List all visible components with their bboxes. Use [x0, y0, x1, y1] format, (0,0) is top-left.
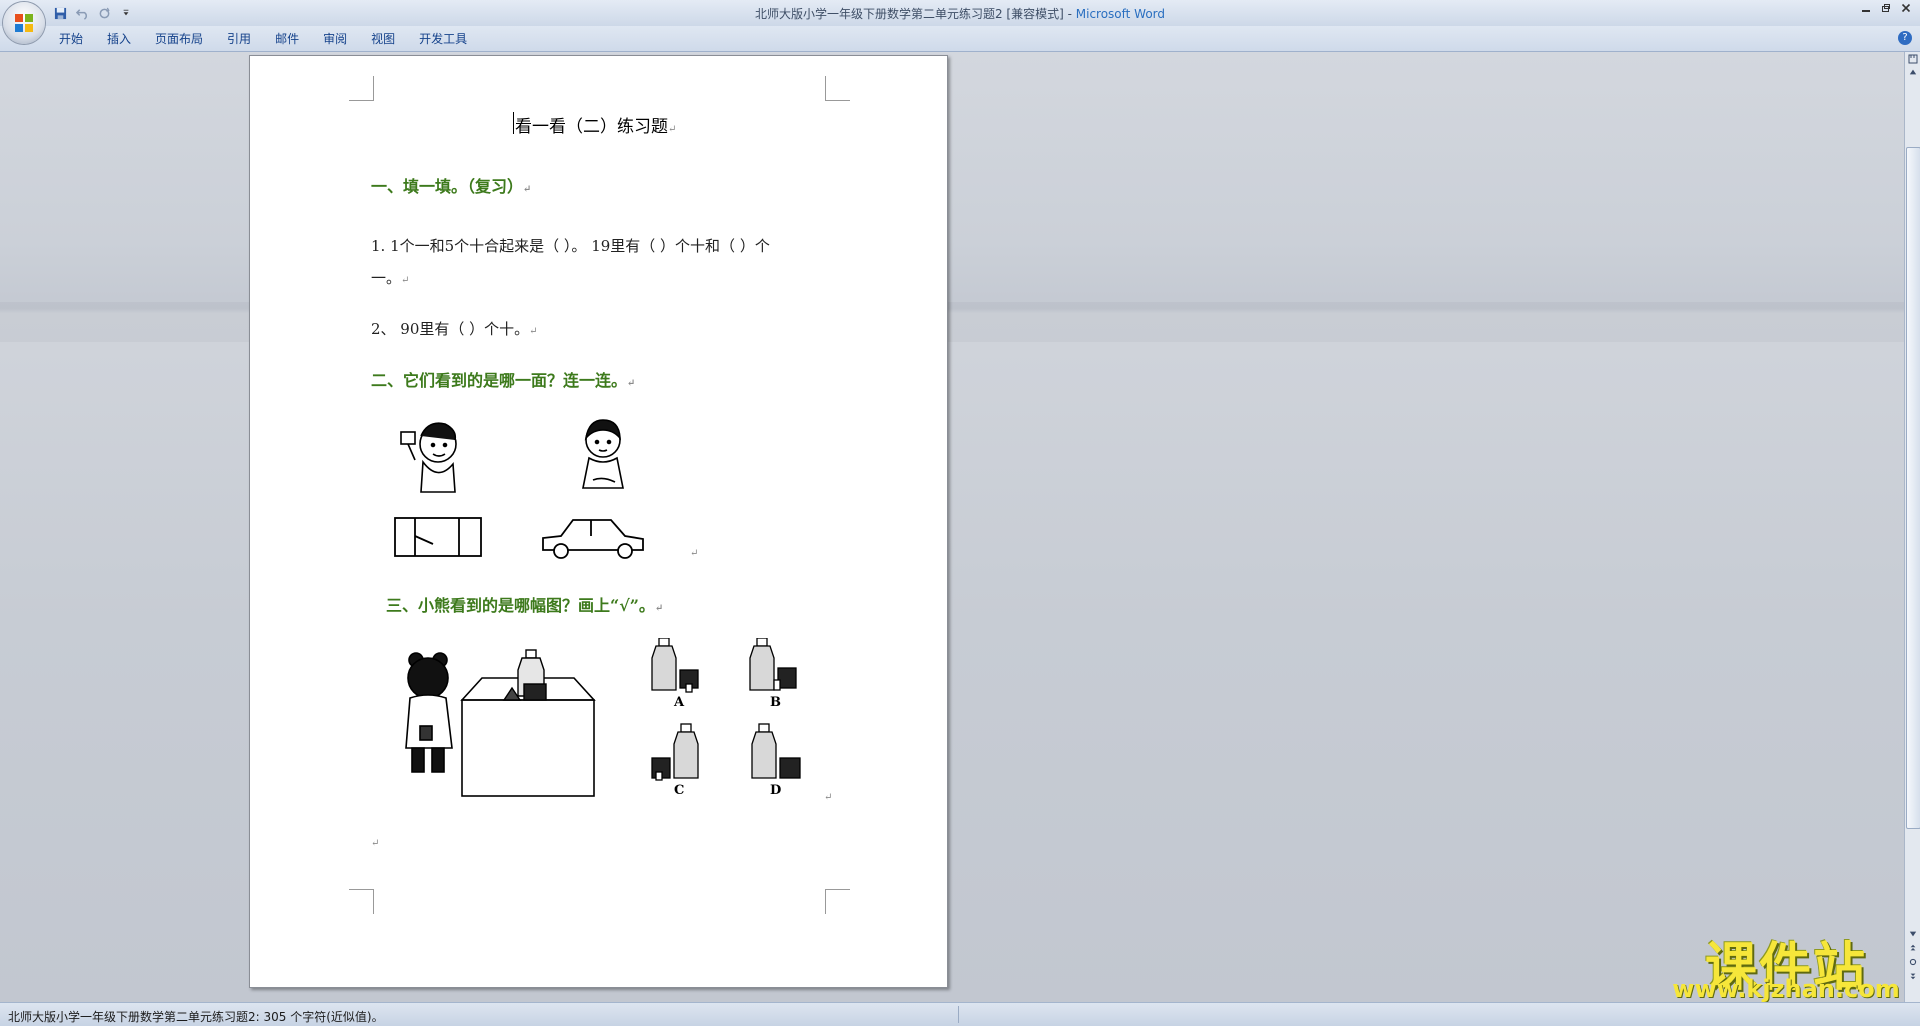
- office-button[interactable]: [3, 2, 45, 44]
- paragraph-mark: ↵: [668, 124, 677, 135]
- option-d-label: D: [770, 783, 781, 798]
- girl-illustration: [582, 419, 624, 489]
- bear-table-figure: [405, 649, 596, 797]
- option-d-picture: [751, 723, 801, 779]
- section2-heading: 二、它们看到的是哪一面？连一连。↵: [371, 371, 636, 390]
- site-watermark: 课件站 www.kjzhan.com: [1668, 925, 1904, 1003]
- boy-illustration: [400, 422, 457, 493]
- restore-icon[interactable]: [1878, 3, 1894, 17]
- question-1-line-1: 1. 1个一和5个十合起来是（ ）。 19里有（ ）个十和（ ）个: [371, 237, 770, 255]
- paragraph-mark: ↵: [529, 326, 538, 337]
- document-title: 北师大版小学一年级下册数学第二单元练习题2 [兼容模式]: [754, 7, 1064, 21]
- previous-page-icon[interactable]: [1906, 944, 1920, 956]
- app-name: Microsoft Word: [1075, 7, 1166, 21]
- document-page[interactable]: 看一看（二）练习题↵ 一、填一填。（复习）↵ 1. 1个一和5个十合起来是（ ）…: [249, 55, 948, 988]
- tab-references[interactable]: 引用: [215, 30, 263, 48]
- paragraph-mark: ↵: [654, 603, 664, 614]
- section1-heading: 一、填一填。（复习）↵: [371, 177, 532, 196]
- bottle-and-cup: [502, 649, 547, 701]
- question-1-line-2: 一。↵: [371, 269, 410, 287]
- tab-review[interactable]: 审阅: [311, 30, 359, 48]
- status-text: 北师大版小学一年级下册数学第二单元练习题2: 305 个字符(近似值)。: [8, 1010, 384, 1024]
- paragraph-mark: ↵: [371, 838, 380, 849]
- watermark-url: www.kjzhan.com: [1672, 975, 1900, 1003]
- crop-mark: [825, 76, 850, 101]
- children-car-figure: [394, 419, 644, 559]
- option-a-label: A: [673, 695, 685, 710]
- question-2: 2、 90里有（ ）个十。↵: [371, 320, 538, 338]
- scroll-up-icon[interactable]: [1906, 68, 1920, 80]
- paragraph-mark: ↵: [523, 184, 532, 195]
- paragraph-mark: ↵: [627, 378, 636, 389]
- crop-mark: [825, 889, 850, 914]
- tab-home[interactable]: 开始: [47, 30, 95, 48]
- window-controls: [1858, 3, 1914, 17]
- option-c-picture: [651, 723, 699, 781]
- tab-insert[interactable]: 插入: [95, 30, 143, 48]
- paragraph-mark: ↵: [690, 548, 699, 559]
- ribbon-tab-bar: 开始 插入 页面布局 引用 邮件 审阅 视图 开发工具 ?: [0, 26, 1920, 52]
- scrollbar-thumb[interactable]: [1906, 147, 1920, 829]
- car-side-view: [542, 519, 644, 559]
- close-icon[interactable]: [1898, 3, 1914, 17]
- paragraph-mark: ↵: [401, 275, 410, 286]
- options-figure: A B C D: [651, 638, 801, 798]
- document-workspace: 看一看（二）练习题↵ 一、填一填。（复习）↵ 1. 1个一和5个十合起来是（ ）…: [0, 52, 1904, 1002]
- status-divider: [958, 1006, 959, 1023]
- help-icon[interactable]: ?: [1898, 31, 1912, 45]
- scroll-down-icon[interactable]: [1906, 930, 1920, 942]
- car-top-view: [394, 517, 482, 557]
- worksheet-title: 看一看（二）练习题↵: [515, 117, 677, 137]
- option-c-label: C: [674, 783, 684, 798]
- select-browse-object-icon[interactable]: [1906, 958, 1920, 970]
- next-page-icon[interactable]: [1906, 972, 1920, 984]
- tab-view[interactable]: 视图: [359, 30, 407, 48]
- title-bar: 北师大版小学一年级下册数学第二单元练习题2 [兼容模式] - Microsoft…: [0, 0, 1920, 44]
- office-logo-icon: [15, 14, 33, 32]
- title-separator: -: [1063, 7, 1076, 21]
- crop-mark: [349, 76, 374, 101]
- option-b-label: B: [770, 695, 781, 710]
- window-title: 北师大版小学一年级下册数学第二单元练习题2 [兼容模式] - Microsoft…: [0, 5, 1920, 22]
- tab-mailings[interactable]: 邮件: [263, 30, 311, 48]
- ribbon-tabs: 开始 插入 页面布局 引用 邮件 审阅 视图 开发工具: [47, 30, 479, 48]
- ruler-toggle-icon[interactable]: [1906, 54, 1920, 66]
- crop-mark: [349, 889, 374, 914]
- text-cursor: [513, 112, 514, 134]
- paragraph-mark: ↵: [824, 792, 833, 803]
- minimize-icon[interactable]: [1858, 3, 1874, 17]
- vertical-scrollbar[interactable]: [1904, 52, 1920, 1002]
- section3-heading: 三、小熊看到的是哪幅图？画上“√”。↵: [386, 596, 664, 615]
- status-bar: 北师大版小学一年级下册数学第二单元练习题2: 305 个字符(近似值)。: [0, 1002, 1920, 1026]
- option-b-picture: [749, 638, 797, 691]
- tab-developer[interactable]: 开发工具: [407, 30, 479, 48]
- option-a-picture: [651, 638, 699, 693]
- bear-illustration: [405, 652, 453, 773]
- tab-page-layout[interactable]: 页面布局: [143, 30, 215, 48]
